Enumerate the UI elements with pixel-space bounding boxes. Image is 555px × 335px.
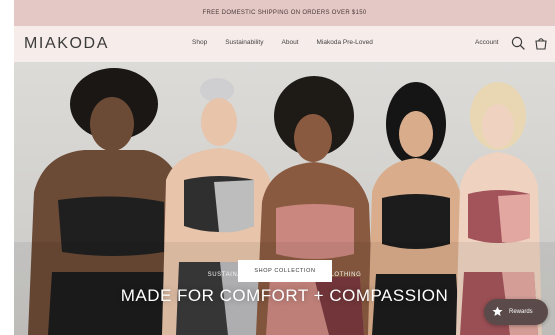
- star-icon: [492, 306, 503, 319]
- site-header: MIAKODA Shop Sustainability About Miakod…: [14, 26, 555, 62]
- rewards-label: Rewards: [509, 309, 533, 315]
- nav-item-shop[interactable]: Shop: [192, 39, 207, 46]
- page-frame: FREE DOMESTIC SHIPPING ON ORDERS OVER $1…: [14, 0, 555, 335]
- hero-title: MADE FOR COMFORT + COMPASSION: [120, 286, 449, 305]
- nav-item-pre-loved[interactable]: Miakoda Pre-Loved: [317, 39, 373, 46]
- shop-collection-button[interactable]: SHOP COLLECTION: [238, 260, 332, 282]
- main-nav: Shop Sustainability About Miakoda Pre-Lo…: [192, 39, 373, 46]
- announcement-bar: FREE DOMESTIC SHIPPING ON ORDERS OVER $1…: [14, 0, 555, 26]
- rewards-button[interactable]: Rewards: [484, 299, 548, 325]
- cart-icon[interactable]: [533, 35, 549, 51]
- hero-banner: SUSTAINABLE + ETHICALLY MADE CLOTHING MA…: [14, 62, 555, 335]
- nav-item-about[interactable]: About: [282, 39, 299, 46]
- account-link[interactable]: Account: [475, 39, 499, 46]
- nav-item-sustainability[interactable]: Sustainability: [225, 39, 263, 46]
- announcement-text: FREE DOMESTIC SHIPPING ON ORDERS OVER $1…: [202, 10, 367, 16]
- logo[interactable]: MIAKODA: [24, 35, 109, 53]
- search-icon[interactable]: [510, 35, 526, 51]
